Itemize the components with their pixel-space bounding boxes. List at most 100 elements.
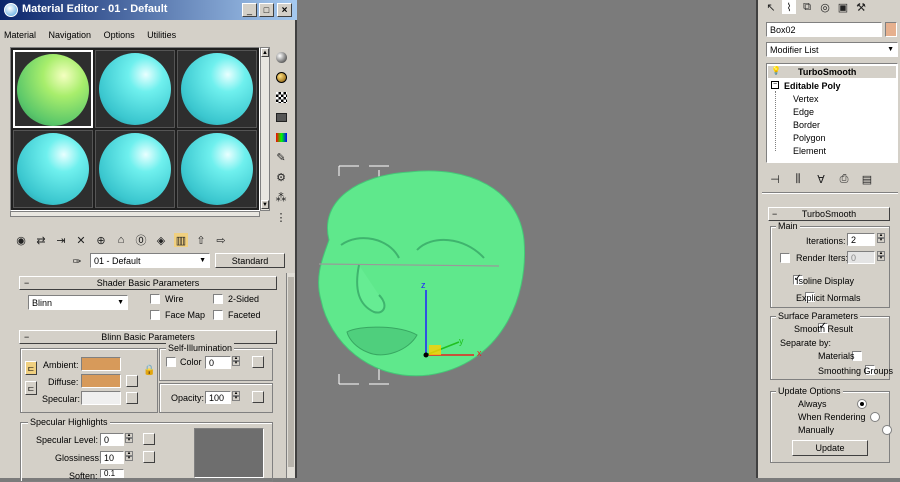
stack-item-edge[interactable]: Edge bbox=[793, 107, 814, 117]
put-to-scene-icon[interactable]: ⇄ bbox=[34, 233, 48, 247]
sample-slot-4[interactable] bbox=[13, 130, 93, 208]
viewport[interactable]: z y x bbox=[299, 0, 756, 478]
scroll-up-arrow-icon[interactable]: ▲ bbox=[261, 48, 269, 57]
lock-ambient-diffuse-button[interactable]: ⊏ bbox=[25, 361, 37, 375]
iterations-spinner[interactable]: ▴ ▾ bbox=[877, 233, 885, 243]
diffuse-map-button[interactable] bbox=[126, 375, 138, 387]
glossiness-spinner[interactable]: ▴ ▾ bbox=[125, 451, 133, 461]
specular-map-button[interactable] bbox=[126, 392, 138, 404]
shader-rollout-header[interactable]: − Shader Basic Parameters bbox=[19, 276, 277, 290]
title-bar[interactable]: Material Editor - 01 - Default _ □ × bbox=[0, 0, 297, 20]
menu-utilities[interactable]: Utilities bbox=[147, 30, 176, 40]
specular-level-input[interactable]: 0 bbox=[100, 433, 124, 446]
scroll-down-arrow-icon[interactable]: ▼ bbox=[261, 200, 269, 209]
pin-stack-icon[interactable]: ⊣ bbox=[768, 172, 782, 186]
wire-checkbox[interactable] bbox=[150, 294, 160, 304]
sample-slot-6[interactable] bbox=[177, 130, 257, 208]
lock-icon[interactable]: 🔒 bbox=[143, 365, 155, 376]
chevron-down-icon[interactable]: ▼ bbox=[887, 46, 894, 53]
stack-item-editable-poly[interactable]: − Editable Poly bbox=[768, 80, 896, 92]
stack-item-polygon[interactable]: Polygon bbox=[793, 133, 826, 143]
faceted-option[interactable]: Faceted bbox=[213, 310, 261, 320]
sample-slot-5[interactable] bbox=[95, 130, 175, 208]
collapse-box-icon[interactable]: − bbox=[771, 81, 779, 89]
chevron-down-icon[interactable]: ▼ bbox=[199, 257, 206, 264]
turbosmooth-rollout-header[interactable]: − TurboSmooth bbox=[768, 207, 890, 221]
manually-radio[interactable] bbox=[882, 425, 893, 435]
show-end-result-icon[interactable]: ⫼ bbox=[791, 172, 805, 186]
make-unique-icon[interactable]: ∀ bbox=[814, 172, 828, 186]
scroll-thumb[interactable] bbox=[288, 277, 294, 467]
maximize-button[interactable]: □ bbox=[259, 3, 274, 17]
modifier-list-dropdown[interactable]: Modifier List ▼ bbox=[766, 42, 898, 57]
configure-sets-icon[interactable]: ▤ bbox=[860, 172, 874, 186]
shader-type-select[interactable]: Blinn ▼ bbox=[28, 295, 128, 310]
two-sided-option[interactable]: 2-Sided bbox=[213, 294, 259, 304]
remove-modifier-icon[interactable]: ⎙ bbox=[837, 172, 851, 186]
options-icon[interactable]: ⚙ bbox=[274, 170, 288, 184]
video-color-check-icon[interactable] bbox=[274, 130, 288, 144]
sample-uv-icon[interactable] bbox=[274, 110, 288, 124]
material-effects-channel-icon[interactable]: ⓪ bbox=[134, 233, 148, 247]
soften-input[interactable]: 0.1 bbox=[100, 469, 124, 478]
specular-level-map-button[interactable] bbox=[143, 433, 155, 445]
render-iters-spinner[interactable]: ▴ ▾ bbox=[877, 251, 885, 261]
material-type-button[interactable]: Standard bbox=[215, 253, 285, 268]
bulb-icon[interactable]: 💡 bbox=[771, 66, 781, 75]
stack-item-element[interactable]: Element bbox=[793, 146, 826, 156]
assign-material-icon[interactable]: ⇥ bbox=[54, 233, 68, 247]
show-end-result-icon[interactable]: ▥ bbox=[174, 233, 188, 247]
opacity-map-button[interactable] bbox=[252, 391, 264, 403]
create-tab-icon[interactable]: ↖ bbox=[764, 0, 778, 14]
self-illum-color-checkbox[interactable] bbox=[166, 357, 176, 367]
object-name-field[interactable]: Box02 bbox=[766, 22, 882, 37]
chevron-down-icon[interactable]: ▼ bbox=[117, 299, 124, 306]
backlight-icon[interactable] bbox=[274, 70, 288, 84]
sample-slot-3[interactable] bbox=[177, 50, 257, 128]
sample-slot-2[interactable] bbox=[95, 50, 175, 128]
minimize-button[interactable]: _ bbox=[242, 3, 257, 17]
sample-slot-1[interactable] bbox=[13, 50, 93, 128]
stack-item-border[interactable]: Border bbox=[793, 120, 820, 130]
display-tab-icon[interactable]: ▣ bbox=[836, 0, 850, 14]
opacity-spinner[interactable]: ▴ ▾ bbox=[232, 391, 240, 401]
get-material-icon[interactable]: ◉ bbox=[14, 233, 28, 247]
make-unique-icon[interactable]: ⊕ bbox=[94, 233, 108, 247]
slots-scrollbar[interactable]: ▲ ▼ bbox=[260, 47, 270, 211]
self-illum-spinner[interactable]: ▴ ▾ bbox=[232, 356, 240, 366]
two-sided-checkbox[interactable] bbox=[213, 294, 223, 304]
glossiness-input[interactable]: 10 bbox=[100, 451, 124, 464]
self-illum-value-input[interactable]: 0 bbox=[205, 356, 231, 369]
specular-color-swatch[interactable] bbox=[81, 391, 121, 405]
go-to-parent-icon[interactable]: ⇧ bbox=[194, 233, 208, 247]
close-button[interactable]: × bbox=[277, 3, 292, 17]
menu-material[interactable]: Material bbox=[4, 30, 36, 40]
background-checker-icon[interactable] bbox=[274, 90, 288, 104]
stack-item-vertex[interactable]: Vertex bbox=[793, 94, 819, 104]
glossiness-map-button[interactable] bbox=[143, 451, 155, 463]
specular-level-spinner[interactable]: ▴ ▾ bbox=[125, 433, 133, 443]
rollouts-scrollbar[interactable] bbox=[286, 273, 295, 478]
motion-tab-icon[interactable]: ◎ bbox=[818, 0, 832, 14]
face-map-option[interactable]: Face Map bbox=[150, 310, 205, 320]
select-by-material-icon[interactable]: ⁂ bbox=[274, 190, 288, 204]
hierarchy-tab-icon[interactable]: ⧉ bbox=[800, 0, 814, 14]
when-rendering-radio[interactable] bbox=[869, 412, 880, 422]
put-to-library-icon[interactable]: ⌂ bbox=[114, 233, 128, 247]
self-illum-map-button[interactable] bbox=[252, 356, 264, 368]
render-iters-checkbox[interactable] bbox=[780, 253, 790, 263]
iterations-input[interactable]: 2 bbox=[847, 233, 875, 246]
reset-map-icon[interactable]: ✕ bbox=[74, 233, 88, 247]
go-forward-sibling-icon[interactable]: ⇨ bbox=[214, 233, 228, 247]
render-iters-input[interactable]: 0 bbox=[847, 251, 875, 264]
ambient-color-swatch[interactable] bbox=[81, 357, 121, 371]
menu-options[interactable]: Options bbox=[104, 30, 135, 40]
make-preview-icon[interactable]: ✎ bbox=[274, 150, 288, 164]
modify-tab-icon[interactable]: ⌇ bbox=[782, 0, 796, 14]
face-map-checkbox[interactable] bbox=[150, 310, 160, 320]
update-button[interactable]: Update bbox=[792, 440, 868, 456]
stack-item-turbosmooth[interactable]: 💡 TurboSmooth bbox=[768, 66, 896, 78]
utilities-tab-icon[interactable]: ⚒ bbox=[854, 0, 868, 14]
wire-option[interactable]: Wire bbox=[150, 294, 184, 304]
object-color-swatch[interactable] bbox=[885, 22, 897, 37]
